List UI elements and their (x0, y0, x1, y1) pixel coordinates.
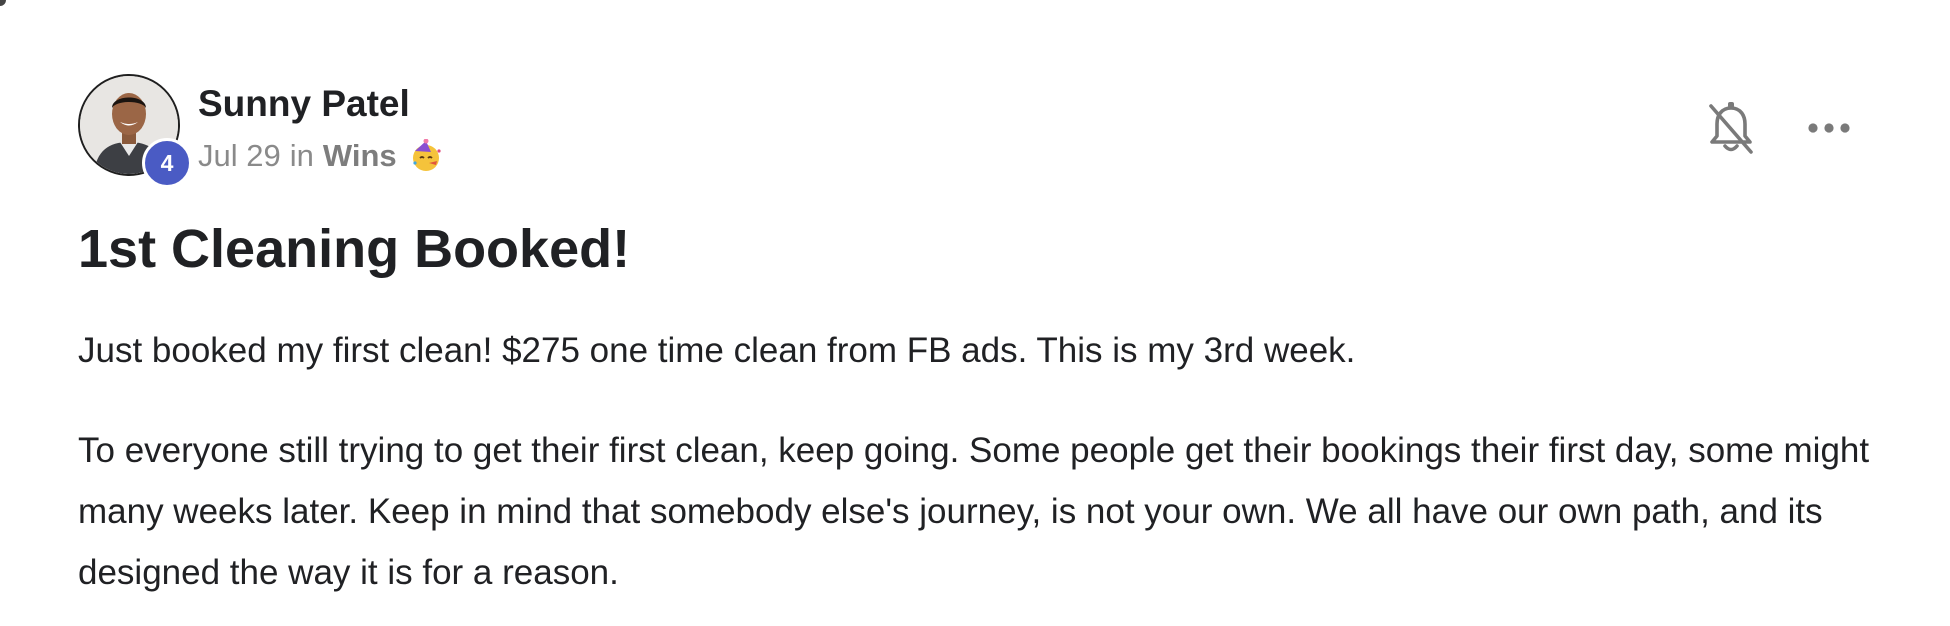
post-meta: Jul 29 in Wins (198, 138, 443, 174)
level-badge: 4 (142, 138, 192, 188)
party-face-icon (409, 138, 443, 173)
post-title: 1st Cleaning Booked! (78, 219, 631, 279)
window-corner (0, 0, 6, 6)
post-date: Jul 29 (198, 138, 281, 173)
more-horizontal-icon (1808, 123, 1850, 133)
notification-toggle-button[interactable] (1705, 100, 1757, 156)
category-link[interactable]: Wins (323, 138, 397, 174)
post-card: 4 Sunny Patel Jul 29 in Wins 1st Cleanin… (0, 0, 1950, 626)
meta-in-word: in (289, 138, 314, 173)
post-body: Just booked my first clean! $275 one tim… (78, 320, 1878, 603)
author-name[interactable]: Sunny Patel (198, 83, 410, 125)
bell-off-icon (1709, 102, 1753, 154)
post-paragraph-1: Just booked my first clean! $275 one tim… (78, 331, 1356, 370)
author-avatar-wrap[interactable]: 4 (78, 74, 192, 188)
post-paragraph-2: To everyone still trying to get their fi… (78, 431, 1870, 592)
more-options-button[interactable] (1805, 110, 1853, 146)
